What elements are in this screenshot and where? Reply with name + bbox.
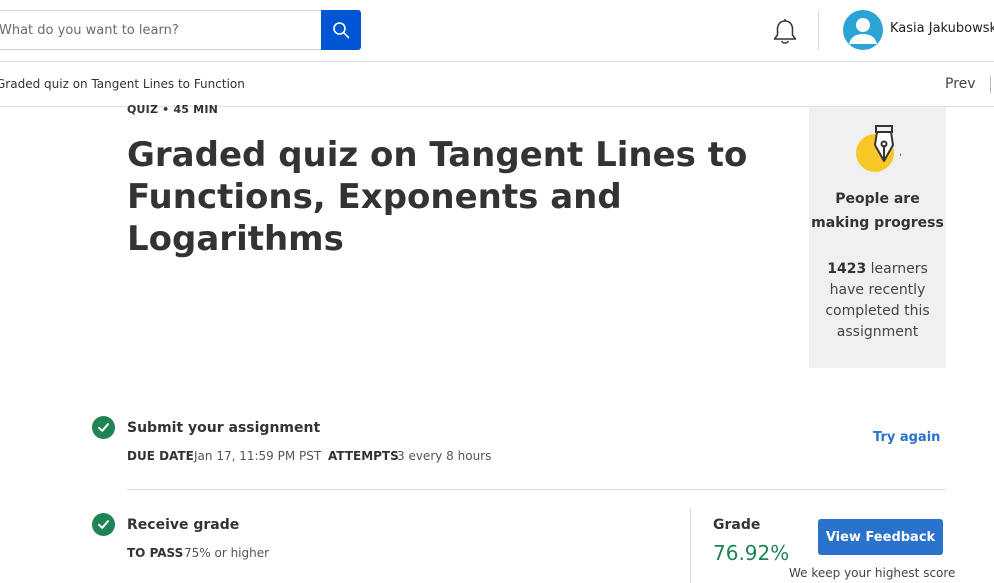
quiz-meta: QUIZ • 45 MIN [127, 103, 219, 116]
user-name[interactable]: Kasia Jakubowska [890, 21, 994, 36]
submit-assignment-title: Submit your assignment [127, 420, 321, 436]
top-navigation-bar: Kasia Jakubowska [0, 0, 994, 62]
attempts-value: 3 every 8 hours [397, 449, 492, 463]
attempts-label: ATTEMPTS [328, 449, 399, 463]
decorative-mark: , [899, 147, 903, 158]
page-title: Graded quiz on Tangent Lines to Function… [127, 135, 748, 259]
progress-card: , People are making progress 1423 learne… [809, 107, 946, 368]
highest-score-note: We keep your highest score [789, 566, 956, 580]
submit-check-icon [92, 416, 115, 439]
learner-count: 1423 [827, 261, 867, 277]
breadcrumb[interactable]: Graded quiz on Tangent Lines to Function… [0, 77, 244, 91]
progress-heading: People are making progress [811, 191, 944, 231]
due-date-value: Jan 17, 11:59 PM PST [194, 449, 322, 463]
search-button[interactable] [321, 10, 361, 50]
view-feedback-button[interactable]: View Feedback [818, 519, 943, 555]
to-pass-label: TO PASS [127, 546, 184, 560]
search-input[interactable] [0, 11, 317, 49]
grade-label: Grade [713, 517, 761, 533]
user-avatar-icon [849, 18, 877, 44]
user-avatar[interactable] [843, 10, 883, 50]
due-date-label: DUE DATE [127, 449, 194, 463]
search-icon [333, 22, 350, 39]
grade-check-icon [92, 513, 115, 536]
notifications-button[interactable] [772, 18, 798, 46]
bell-icon [773, 19, 797, 44]
grade-value: 76.92% [713, 541, 790, 565]
prev-link[interactable]: Prev [945, 76, 976, 92]
progress-body: 1423 learners have recently completed th… [809, 259, 946, 343]
breadcrumb-bar: Graded quiz on Tangent Lines to Function… [0, 62, 994, 107]
to-pass-value: 75% or higher [184, 546, 270, 560]
receive-grade-title: Receive grade [127, 517, 240, 533]
try-again-link[interactable]: Try again [873, 430, 940, 445]
row-divider [127, 489, 946, 490]
header-divider [818, 10, 819, 50]
pen-nib-icon [856, 125, 894, 172]
search-box [0, 10, 322, 50]
grade-divider [690, 508, 691, 583]
subheader-divider [990, 76, 991, 93]
